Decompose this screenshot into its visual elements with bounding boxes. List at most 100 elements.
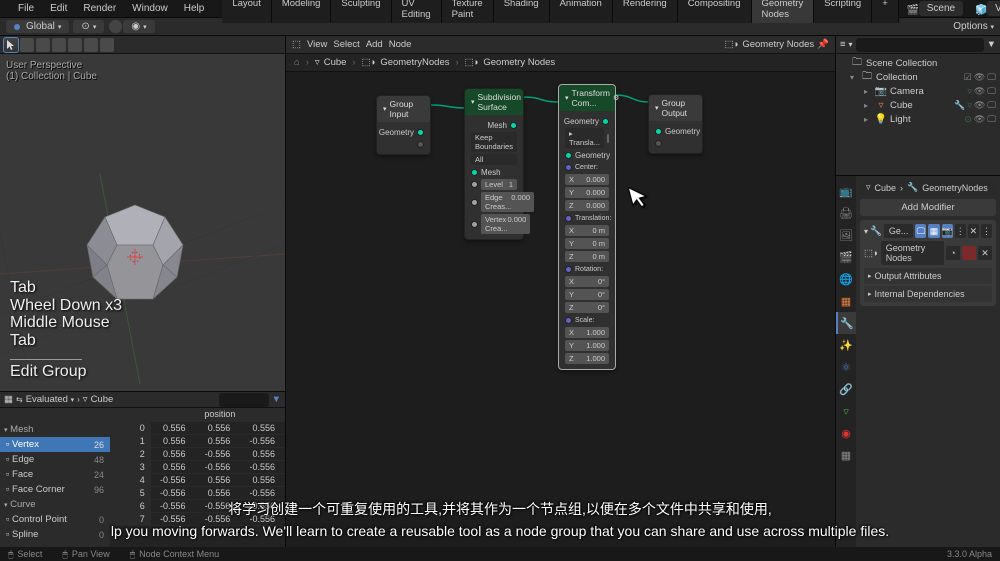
tab-layout[interactable]: Layout [222, 0, 272, 23]
home-icon[interactable]: ⌂ [294, 57, 300, 68]
outliner-search[interactable] [856, 38, 984, 52]
prop-tab-viewlayer[interactable]: 🖼 [836, 224, 856, 246]
cat-vertex[interactable]: ▫ Vertex26 [0, 437, 110, 452]
cat-face-corner[interactable]: ▫ Face Corner96 [0, 482, 110, 497]
unlink-icon[interactable] [962, 246, 976, 260]
snap-selector[interactable]: ⊙ ▾ [73, 20, 104, 33]
proportional-edit[interactable]: ◉ ▾ [123, 20, 154, 33]
nodegroup-name[interactable]: Geometry Nodes [742, 39, 814, 50]
tab-compositing[interactable]: Compositing [678, 0, 752, 23]
new-icon[interactable]: ✕ [978, 246, 992, 260]
menu-render[interactable]: Render [75, 1, 124, 16]
table-row[interactable]: 4-0.5560.5560.556 [110, 474, 285, 487]
prop-tab-texture[interactable]: ▦ [836, 444, 856, 466]
prop-tab-constraints[interactable]: 🔗 [836, 378, 856, 400]
snap-toggle[interactable] [109, 20, 122, 33]
mod-close-icon[interactable]: ✕ [968, 224, 979, 238]
outliner-light[interactable]: ▸💡Light ⊙👁🖵 [838, 112, 998, 126]
options-dropdown[interactable]: Options ▾ [953, 21, 994, 32]
mod-extra-icon[interactable]: ⋮ [955, 224, 966, 238]
tab-modeling[interactable]: Modeling [272, 0, 332, 23]
orientation-selector[interactable]: Global ▾ [6, 20, 69, 33]
status-bar: 🖱Select 🖱Pan View 🖱Node Context Menu 3.3… [0, 547, 1000, 561]
tab-add[interactable]: + [872, 0, 899, 23]
outliner-cube[interactable]: ▸▿Cube 🔧▿👁🖵 [838, 98, 998, 112]
modifier-name[interactable]: Ge... [884, 224, 914, 238]
prop-tab-particles[interactable]: ✨ [836, 334, 856, 356]
table-row[interactable]: 30.556-0.556-0.556 [110, 461, 285, 474]
crumb-cube[interactable]: ▿ Cube [315, 57, 347, 68]
table-row[interactable]: 00.5560.5560.556 [110, 422, 285, 435]
viewport-panel: User Perspective (1) Collection | Cube [0, 36, 286, 561]
tab-geometry-nodes[interactable]: Geometry Nodes [752, 0, 815, 23]
tab-sculpting[interactable]: Sculpting [331, 0, 391, 23]
spreadsheet-search[interactable] [219, 393, 269, 407]
cat-face[interactable]: ▫ Face24 [0, 467, 110, 482]
tool-5[interactable] [68, 38, 82, 52]
prop-tab-output[interactable]: 🖨 [836, 202, 856, 224]
prop-tab-material[interactable]: ◉ [836, 422, 856, 444]
tab-scripting[interactable]: Scripting [814, 0, 872, 23]
prop-tab-world[interactable]: 🌐 [836, 268, 856, 290]
mod-menu-icon[interactable]: ⋮ [981, 224, 992, 238]
tab-animation[interactable]: Animation [550, 0, 613, 23]
object-selector[interactable]: Cube [91, 394, 114, 405]
node-transform[interactable]: ▾Transform Com...⚙ Geometry ▸ Transla...… [558, 84, 616, 370]
pin-icon[interactable]: 📌 [817, 39, 829, 50]
header-node[interactable]: Node [389, 39, 412, 50]
breadcrumb-row: ⌂ › ▿ Cube › ⬚◗ GeometryNodes › ⬚◗ Geome… [286, 54, 835, 72]
menu-edit[interactable]: Edit [42, 1, 75, 16]
node-group-input[interactable]: ▾Group Input Geometry [376, 95, 431, 155]
shortcut-overlay: Tab Wheel Down x3 Middle Mouse Tab Edit … [10, 279, 122, 381]
header-view[interactable]: View [307, 39, 327, 50]
mouse-left-icon: 🖱 [8, 549, 13, 560]
crumb-gn-mod[interactable]: ⬚◗ GeometryNodes [362, 57, 450, 68]
filter-icon[interactable]: ▼ [272, 394, 281, 405]
tool-4[interactable] [52, 38, 66, 52]
node-canvas[interactable]: ▾Group Input Geometry ▾Subdivision Surfa… [286, 72, 835, 561]
prop-tab-modifiers[interactable]: 🔧 [836, 312, 856, 334]
internal-dependencies[interactable]: ▸Internal Dependencies [864, 286, 992, 302]
tool-3[interactable] [36, 38, 50, 52]
mod-editmode-icon[interactable]: ▦ [928, 224, 939, 238]
scene-selector[interactable]: Scene [919, 1, 963, 16]
viewlayer-selector[interactable]: ViewLayer [987, 1, 1000, 16]
header-select[interactable]: Select [333, 39, 359, 50]
node-group-output[interactable]: ▾Group Output Geometry [648, 94, 703, 154]
outliner-collection[interactable]: ▾🗀Collection ☑👁🖵 [838, 70, 998, 84]
prop-tab-render[interactable]: 📺 [836, 180, 856, 202]
node-subdivision-surface[interactable]: ▾Subdivision Surface Mesh Keep Boundarie… [464, 88, 524, 240]
tab-shading[interactable]: Shading [494, 0, 550, 23]
tab-uv[interactable]: UV Editing [392, 0, 442, 23]
users-icon[interactable]: ◔ [946, 246, 960, 260]
cat-edge[interactable]: ▫ Edge48 [0, 452, 110, 467]
tool-7[interactable] [100, 38, 114, 52]
mod-render-icon[interactable]: 📷 [942, 224, 953, 238]
menu-window[interactable]: Window [124, 1, 176, 16]
table-row[interactable]: 20.556-0.5560.556 [110, 448, 285, 461]
add-modifier-button[interactable]: Add Modifier [860, 199, 996, 216]
output-attributes[interactable]: ▸Output Attributes [864, 268, 992, 284]
prop-tab-object[interactable]: ▦ [836, 290, 856, 312]
filter-icon[interactable]: ▼ [987, 39, 996, 50]
editor-type-icon[interactable]: ⬚ [292, 39, 301, 50]
tab-rendering[interactable]: Rendering [613, 0, 678, 23]
cursor-tool[interactable] [4, 38, 18, 52]
menu-help[interactable]: Help [176, 1, 213, 16]
tool-6[interactable] [84, 38, 98, 52]
crumb-gn-group[interactable]: ⬚◗ Geometry Nodes [465, 57, 556, 68]
domain-selector[interactable]: Evaluated ▾ [26, 394, 74, 405]
tab-texture[interactable]: Texture Paint [442, 0, 494, 23]
prop-tab-physics[interactable]: ⚛ [836, 356, 856, 378]
menu-file[interactable]: File [10, 1, 42, 16]
nodegroup-field[interactable]: Geometry Nodes [881, 241, 944, 265]
viewport-3d[interactable]: User Perspective (1) Collection | Cube [0, 54, 285, 391]
select-box-tool[interactable] [20, 38, 34, 52]
prop-tab-data[interactable]: ▿ [836, 400, 856, 422]
cube-data-icon: ▿ [83, 394, 88, 405]
header-add[interactable]: Add [366, 39, 383, 50]
table-row[interactable]: 10.5560.556-0.556 [110, 435, 285, 448]
outliner-camera[interactable]: ▸📷Camera ▿👁🖵 [838, 84, 998, 98]
prop-tab-scene[interactable]: 🎬 [836, 246, 856, 268]
mod-realtime-icon[interactable]: 🖵 [915, 224, 926, 238]
